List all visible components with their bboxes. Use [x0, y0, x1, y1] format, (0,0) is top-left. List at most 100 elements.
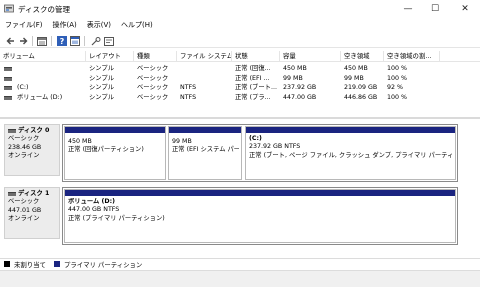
close-button[interactable]: ✕: [452, 0, 478, 18]
column-header-volume[interactable]: ボリューム: [0, 51, 86, 62]
disk-0-label[interactable]: ディスク 0 ベーシック 238.46 GB オンライン: [4, 124, 60, 176]
legend-label-primary: プライマリ パーティション: [63, 260, 143, 269]
menu-action[interactable]: 操作(A): [53, 19, 77, 32]
disk-1-label[interactable]: ディスク 1 ベーシック 447.01 GB オンライン: [4, 187, 60, 239]
window-title: ディスクの管理: [18, 5, 70, 14]
properties-icon[interactable]: [70, 36, 80, 46]
volume-free-percent: 92 %: [387, 84, 403, 91]
column-header-capacity[interactable]: 容量: [280, 51, 341, 62]
title-bar: ディスクの管理 — ☐ ✕: [0, 0, 480, 18]
column-header-free-percent[interactable]: 空き領域の割...: [384, 51, 440, 62]
volume-layout: シンプル: [89, 74, 114, 82]
volume-status: 正常 (プラ...: [235, 93, 271, 101]
volume-filesystem: NTFS: [180, 93, 197, 101]
partition-recovery[interactable]: 450 MB 正常 (回復パーティション): [64, 126, 166, 180]
volume-icon: [4, 95, 12, 100]
maximize-button[interactable]: ☐: [422, 0, 448, 18]
volume-type: ベーシック: [137, 74, 169, 82]
legend: 未割り当て プライマリ パーティション: [0, 258, 480, 269]
partition-status: 正常 (プライマリ パーティション): [68, 214, 165, 222]
disk-icon: [8, 192, 16, 197]
disk-state: オンライン: [8, 214, 40, 222]
help-icon[interactable]: ?: [57, 36, 67, 46]
toolbar-separator: [84, 36, 85, 46]
disk-kind: ベーシック: [8, 198, 40, 206]
connect-icon[interactable]: [91, 36, 101, 46]
volume-icon: [4, 76, 12, 81]
volume-free-percent: 100 %: [387, 65, 408, 72]
volume-list-icon[interactable]: [37, 36, 47, 46]
partition-d[interactable]: ボリューム (D:) 447.00 GB NTFS 正常 (プライマリ パーティ…: [64, 189, 456, 243]
partition-size: 447.00 GB NTFS: [68, 206, 120, 214]
settings-icon[interactable]: [104, 36, 114, 46]
menu-bar: ファイル(F) 操作(A) 表示(V) ヘルプ(H): [0, 19, 480, 32]
column-header-type[interactable]: 種類: [134, 51, 177, 62]
partition-name: ボリューム (D:): [68, 198, 115, 205]
volume-free-space: 446.86 GB: [344, 93, 378, 101]
volume-free-space: 219.09 GB: [344, 84, 378, 91]
table-row[interactable]: (C:) シンプル ベーシック NTFS 正常 (ブート... 237.92 G…: [0, 83, 480, 93]
volume-type: ベーシック: [137, 65, 169, 72]
toolbar-separator: [32, 36, 33, 46]
partition-status: 正常 (ブート, ページ ファイル, クラッシュ ダンプ, プライマリ パーティ…: [249, 151, 453, 159]
volume-capacity: 447.00 GB: [283, 93, 317, 101]
legend-label-unallocated: 未割り当て: [14, 260, 46, 269]
volume-free-space: 99 MB: [344, 74, 364, 82]
disk-state: オンライン: [8, 151, 40, 159]
disk-0-partitions: 450 MB 正常 (回復パーティション) 99 MB 正常 (EFI システム…: [62, 124, 458, 182]
column-header-free-space[interactable]: 空き領域: [341, 51, 384, 62]
svg-text:?: ?: [60, 37, 65, 46]
forward-arrow-icon[interactable]: [18, 36, 28, 46]
column-header-layout[interactable]: レイアウト: [86, 51, 134, 62]
partition-size: 237.92 GB NTFS: [249, 143, 301, 151]
column-header-filesystem[interactable]: ファイル システム: [177, 51, 232, 62]
volume-free-percent: 100 %: [387, 93, 408, 101]
volume-list-header: ボリューム レイアウト 種類 ファイル システム 状態 容量 空き領域 空き領域…: [0, 51, 480, 62]
column-header-status[interactable]: 状態: [232, 51, 280, 62]
volume-layout: シンプル: [89, 84, 114, 91]
menu-view[interactable]: 表示(V): [87, 19, 111, 32]
disk-size: 447.01 GB: [8, 206, 42, 214]
back-arrow-icon[interactable]: [5, 36, 15, 46]
menu-help[interactable]: ヘルプ(H): [121, 19, 153, 32]
volume-name: [14, 74, 86, 84]
volume-capacity: 450 MB: [283, 65, 307, 72]
volume-filesystem: [177, 64, 232, 74]
volume-free-space: 450 MB: [344, 65, 368, 72]
minimize-button[interactable]: —: [395, 0, 421, 18]
volume-filesystem: [177, 74, 232, 84]
volume-status: 正常 (ブート...: [235, 84, 277, 91]
disk-size: 238.46 GB: [8, 143, 42, 151]
toolbar: ?: [0, 34, 480, 48]
legend-swatch-primary: [53, 261, 60, 267]
disk-icon: [8, 129, 16, 134]
partition-bar: [246, 127, 455, 133]
partition-status: 正常 (回復パーティション): [68, 146, 144, 154]
volume-name: [14, 64, 86, 74]
volume-capacity: 99 MB: [283, 74, 303, 82]
table-row[interactable]: シンプル ベーシック 正常 (EFI ... 99 MB 99 MB 100 %: [0, 74, 480, 84]
volume-type: ベーシック: [137, 93, 169, 101]
partition-efi[interactable]: 99 MB 正常 (EFI システム パー: [168, 126, 242, 180]
partition-bar: [169, 127, 241, 133]
disk-management-app-icon: [4, 4, 14, 13]
volume-filesystem: NTFS: [180, 84, 197, 91]
volume-name: (C:): [17, 84, 29, 91]
partition-status: 正常 (EFI システム パー: [172, 146, 239, 154]
pane-splitter[interactable]: [0, 117, 480, 119]
toolbar-separator: [51, 36, 52, 46]
volume-list[interactable]: ボリューム レイアウト 種類 ファイル システム 状態 容量 空き領域 空き領域…: [0, 51, 480, 114]
volume-name: ボリューム (D:): [17, 93, 63, 101]
partition-bar: [65, 190, 455, 196]
volume-layout: シンプル: [89, 93, 114, 101]
status-bar: [0, 270, 480, 287]
volume-layout: シンプル: [89, 65, 114, 72]
volume-status: 正常 (回復...: [235, 65, 271, 72]
menu-file[interactable]: ファイル(F): [5, 19, 43, 32]
legend-swatch-unallocated: [4, 261, 10, 267]
partition-name: (C:): [249, 135, 262, 142]
table-row[interactable]: シンプル ベーシック 正常 (回復... 450 MB 450 MB 100 %: [0, 64, 480, 74]
partition-c[interactable]: (C:) 237.92 GB NTFS 正常 (ブート, ページ ファイル, ク…: [245, 126, 456, 180]
table-row[interactable]: ボリューム (D:) シンプル ベーシック NTFS 正常 (プラ... 447…: [0, 93, 480, 103]
volume-free-percent: 100 %: [387, 74, 408, 82]
